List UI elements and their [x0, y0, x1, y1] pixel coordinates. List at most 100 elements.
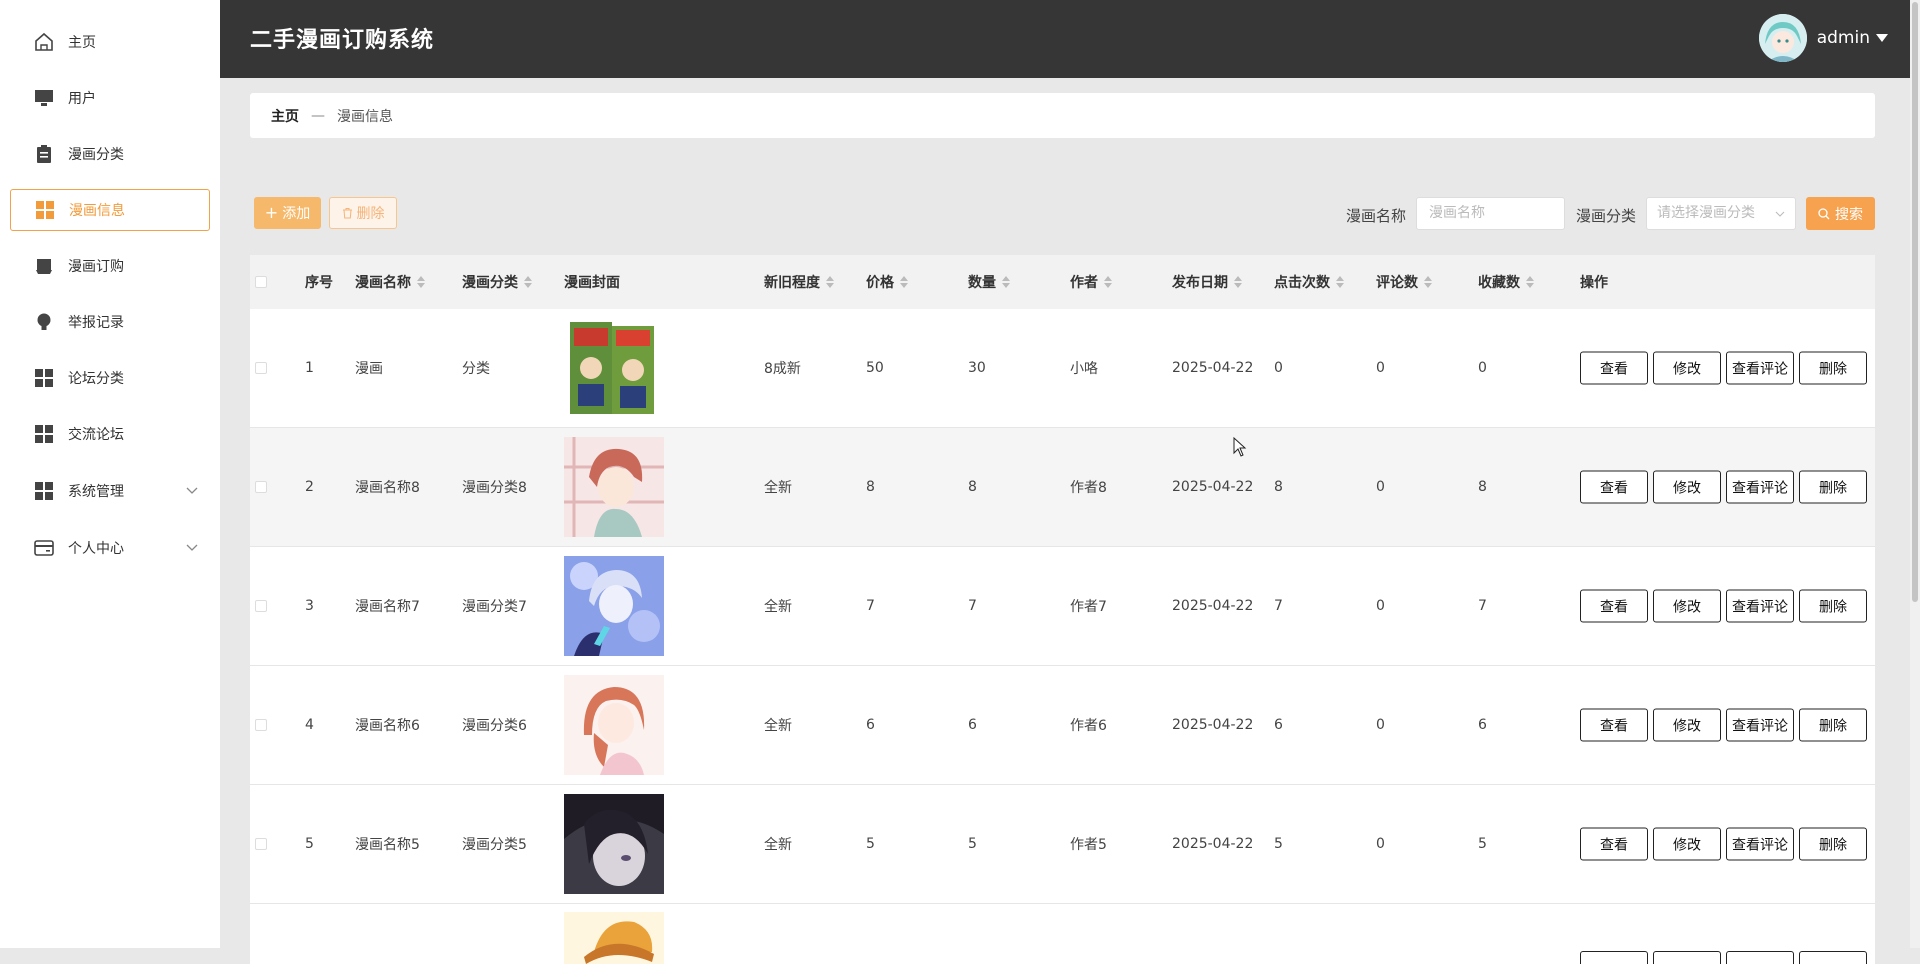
- delete-button[interactable]: 删除: [1799, 827, 1867, 861]
- header-index: 序号: [305, 275, 333, 291]
- sidebar-item-label: 主页: [68, 35, 96, 51]
- header-comments[interactable]: 评论数: [1376, 272, 1432, 292]
- app-title: 二手漫画订购系统: [250, 28, 435, 53]
- monitor-icon: [34, 88, 54, 108]
- row-checkbox[interactable]: [255, 838, 267, 850]
- sidebar-item-label: 用户: [68, 91, 96, 107]
- header-price[interactable]: 价格: [866, 272, 908, 292]
- delete-button[interactable]: 删除: [1799, 708, 1867, 742]
- edit-button[interactable]: 修改: [1653, 708, 1721, 742]
- sidebar-item-users[interactable]: 用户: [10, 77, 210, 119]
- header-clicks[interactable]: 点击次数: [1274, 272, 1344, 292]
- delete-button[interactable]: 删除: [1799, 589, 1867, 623]
- header-date[interactable]: 发布日期: [1172, 272, 1242, 292]
- edit-button[interactable]: 修改: [1653, 351, 1721, 385]
- sidebar-item-comic-info[interactable]: 漫画信息: [10, 189, 210, 231]
- cell-name: 漫画名称7: [355, 599, 420, 615]
- select-all-checkbox[interactable]: [255, 276, 267, 288]
- sidebar-item-label: 系统管理: [68, 484, 124, 500]
- category-select-placeholder: 请选择漫画分类: [1657, 205, 1755, 221]
- view-comments-button[interactable]: 查看评论: [1726, 470, 1794, 504]
- sidebar-item-system-management[interactable]: 系统管理: [10, 470, 210, 512]
- cover-image[interactable]: [564, 556, 664, 656]
- sort-icon: [524, 275, 532, 289]
- breadcrumb-home[interactable]: 主页: [271, 106, 299, 126]
- chevron-down-icon: [1775, 198, 1785, 229]
- cell-comments: 0: [1376, 836, 1385, 852]
- edit-button[interactable]: [1653, 951, 1721, 964]
- breadcrumb-current: 漫画信息: [337, 108, 393, 125]
- edit-button[interactable]: 修改: [1653, 827, 1721, 861]
- cell-name: 漫画名称5: [355, 837, 420, 853]
- header-condition[interactable]: 新旧程度: [764, 272, 834, 292]
- delete-button-label: 删除: [356, 206, 385, 222]
- home-icon: [34, 32, 54, 52]
- sort-icon: [900, 275, 908, 289]
- cell-price: 8: [866, 479, 875, 495]
- name-search-input[interactable]: 漫画名称: [1416, 197, 1565, 230]
- edit-button[interactable]: 修改: [1653, 470, 1721, 504]
- view-comments-button[interactable]: 查看评论: [1726, 351, 1794, 385]
- view-button[interactable]: [1580, 951, 1648, 964]
- sidebar-item-report-records[interactable]: 举报记录: [10, 301, 210, 343]
- header-category[interactable]: 漫画分类: [462, 272, 532, 292]
- header-name[interactable]: 漫画名称: [355, 272, 425, 292]
- caret-down-icon: [1876, 34, 1888, 42]
- delete-button[interactable]: 删除: [1799, 470, 1867, 504]
- user-menu[interactable]: admin: [1758, 14, 1888, 62]
- sidebar-item-home[interactable]: 主页: [10, 21, 210, 63]
- header-favorites[interactable]: 收藏数: [1478, 272, 1534, 292]
- batch-delete-button[interactable]: 删除: [329, 197, 397, 229]
- cover-image[interactable]: [564, 437, 664, 537]
- cell-comments: 0: [1376, 598, 1385, 614]
- cell-index: 4: [305, 717, 314, 733]
- sidebar-item-comic-order[interactable]: 漫画订购: [10, 245, 210, 287]
- delete-button[interactable]: [1799, 951, 1867, 964]
- sidebar-item-forum-category[interactable]: 论坛分类: [10, 357, 210, 399]
- cover-image[interactable]: [564, 675, 664, 775]
- add-button[interactable]: + 添加: [254, 197, 321, 229]
- delete-button[interactable]: 删除: [1799, 351, 1867, 385]
- view-comments-button[interactable]: [1726, 951, 1794, 964]
- inbox-icon: [34, 256, 54, 276]
- view-button[interactable]: 查看: [1580, 470, 1648, 504]
- edit-button[interactable]: 修改: [1653, 589, 1721, 623]
- row-checkbox[interactable]: [255, 362, 267, 374]
- search-button[interactable]: 搜索: [1806, 197, 1875, 230]
- view-button[interactable]: 查看: [1580, 351, 1648, 385]
- cell-category: 漫画分类6: [462, 718, 527, 734]
- view-comments-button[interactable]: 查看评论: [1726, 589, 1794, 623]
- sidebar-item-comic-category[interactable]: 漫画分类: [10, 133, 210, 175]
- cell-date: 2025-04-22: [1172, 598, 1254, 614]
- sidebar-item-personal-center[interactable]: 个人中心: [10, 527, 210, 569]
- vertical-scrollbar[interactable]: [1910, 0, 1920, 948]
- view-button[interactable]: 查看: [1580, 708, 1648, 742]
- comic-table: 序号 漫画名称 漫画分类 漫画封面 新旧程度 价格 数量 作者 发布日期 点击次…: [250, 255, 1875, 964]
- cell-clicks: 7: [1274, 598, 1283, 614]
- row-checkbox[interactable]: [255, 600, 267, 612]
- view-comments-button[interactable]: 查看评论: [1726, 708, 1794, 742]
- view-comments-button[interactable]: 查看评论: [1726, 827, 1794, 861]
- cover-image[interactable]: [564, 912, 664, 964]
- scrollbar-thumb[interactable]: [1912, 2, 1918, 602]
- category-select[interactable]: 请选择漫画分类: [1646, 197, 1796, 230]
- sidebar-item-forum[interactable]: 交流论坛: [10, 413, 210, 455]
- sidebar: 主页 用户 漫画分类 漫画信息 漫画订购 举报记录 论坛分类 交流论坛 系统管理…: [0, 0, 220, 948]
- cover-image[interactable]: [564, 318, 664, 418]
- cell-quantity: 6: [968, 717, 977, 733]
- cover-image[interactable]: [564, 794, 664, 894]
- header-author[interactable]: 作者: [1070, 272, 1112, 292]
- sort-icon: [1336, 275, 1344, 289]
- cell-date: 2025-04-22: [1172, 479, 1254, 495]
- table-row: 3 漫画名称7 漫画分类7 全新 7 7 作者7 2025-04-22 7 0 …: [250, 547, 1875, 666]
- cell-author: 小咯: [1070, 361, 1098, 377]
- row-checkbox[interactable]: [255, 719, 267, 731]
- header-quantity[interactable]: 数量: [968, 272, 1010, 292]
- row-checkbox[interactable]: [255, 481, 267, 493]
- breadcrumb-separator: —: [311, 107, 325, 124]
- cell-price: 50: [866, 360, 884, 376]
- cell-date: 2025-04-22: [1172, 717, 1254, 733]
- sidebar-item-label: 论坛分类: [68, 371, 124, 387]
- view-button[interactable]: 查看: [1580, 589, 1648, 623]
- view-button[interactable]: 查看: [1580, 827, 1648, 861]
